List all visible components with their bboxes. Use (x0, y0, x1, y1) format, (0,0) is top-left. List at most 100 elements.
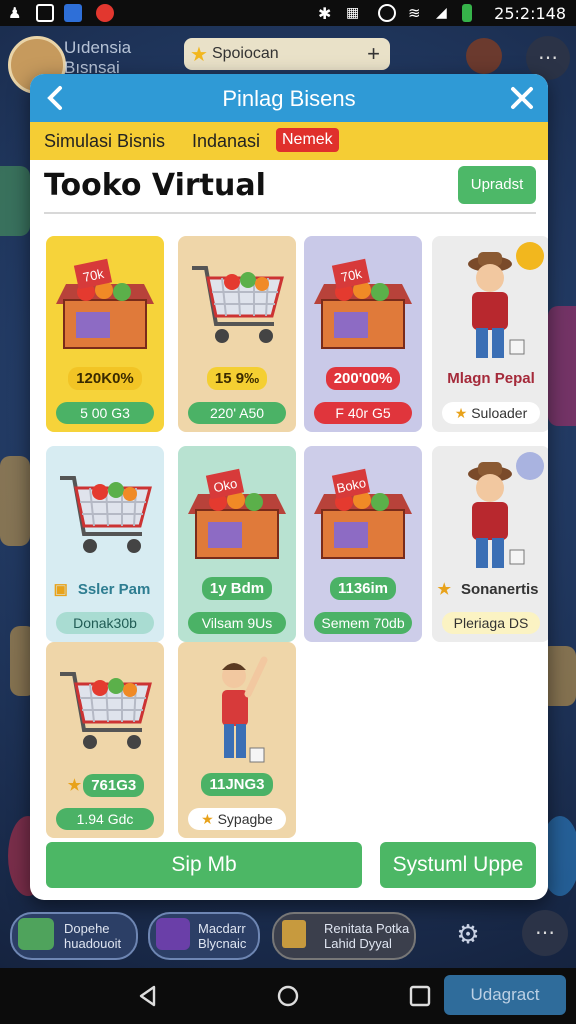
item-cost-label: Sypagbe (217, 811, 273, 827)
item-cost-label: Vilsam 9Us (201, 615, 273, 631)
item-cost-pill[interactable]: Semem 70db (314, 612, 412, 634)
back-triangle-icon[interactable] (136, 984, 160, 1008)
item-price-row: ★ 761G3 (46, 774, 164, 797)
player-name-line1: Uıdensia (64, 38, 132, 57)
star-icon: ★ (190, 43, 208, 66)
item-price-row: 1136im (304, 577, 422, 600)
bottom-item-market[interactable]: Macdarr Blycnaic (148, 912, 260, 960)
status-bar: ♟ ✱ ▦ ≋ ◢ 25:2:148 (0, 0, 576, 26)
status-time: 25:2:148 (494, 4, 566, 23)
bottom-item-sublabel: Blycnaic (198, 936, 247, 951)
banner-badge[interactable]: Nemek (276, 128, 339, 152)
produce-box-icon: Boko (314, 468, 412, 559)
shop-item-cart-blue[interactable]: ▣ Ssler Pam Donak30b (46, 446, 164, 642)
modal-header: Pinlag Bisens (30, 74, 548, 122)
item-cost-pill[interactable]: 220' A50 (188, 402, 286, 424)
wifi-icon: ≋ (408, 5, 421, 22)
item-cost-pill[interactable]: F 40r G5 (314, 402, 412, 424)
produce-box-icon: 70k (314, 258, 412, 349)
update-button[interactable]: Upradst (458, 166, 536, 204)
shop-item-produce-box-blue[interactable]: 70k 200'00% F 40r G5 (304, 236, 422, 432)
box-icon (18, 918, 54, 950)
item-price-row: 200'00% (304, 367, 422, 390)
bg-decoration (0, 456, 30, 546)
item-cost-label: Pleriaga DS (453, 615, 529, 631)
produce-box-icon: 70k (56, 258, 154, 349)
produce-box-icon: Oko (188, 468, 286, 559)
battery-icon (462, 4, 472, 22)
more-options-button[interactable]: ⋯ (522, 910, 568, 956)
bottom-item-report[interactable]: Renitata Potka Lahid Dyyal (272, 912, 416, 960)
item-cost-pill[interactable]: ★ Suloader (442, 402, 540, 424)
item-price: 1y Bdm (201, 577, 273, 600)
star-icon: ★ (454, 405, 472, 421)
shop-item-produce-box-green[interactable]: Oko 1y Bdm Vilsam 9Us (178, 446, 296, 642)
item-price-row: ★ Sonanertis (432, 580, 548, 598)
item-cost-label: 1.94 Gdc (76, 811, 134, 827)
shop-item-produce-box-yellow[interactable]: 70k 120K0% 5 00 G3 (46, 236, 164, 432)
simulation-banner: Simulasi Bisnis Indanasi Nemek (30, 122, 548, 160)
home-circle-icon[interactable] (276, 984, 300, 1008)
item-cost-label: Semem 70db (321, 615, 405, 631)
system-upgrade-button[interactable]: Systuml Uppe (380, 842, 536, 888)
package-icon: ▣ (53, 581, 68, 598)
user-icon: ♟ (8, 5, 22, 22)
item-price-row: 1y Bdm (178, 577, 296, 600)
item-cost-pill[interactable]: Pleriaga DS (442, 612, 540, 634)
shop-item-merchant[interactable]: Mlagn Pepal ★ Suloader (432, 236, 548, 432)
shop-item-produce-box-lime[interactable]: Boko 1136im Semem 70db (304, 446, 422, 642)
bottom-item-shop[interactable]: Dopehe huadouoit (10, 912, 138, 960)
settings-gear-icon[interactable]: ⚙ (452, 918, 484, 950)
close-icon[interactable] (506, 82, 538, 114)
document-badge-icon (516, 242, 544, 270)
player-name: Uıdensia Bısnsai (64, 38, 131, 78)
add-currency-button[interactable]: + (367, 41, 380, 67)
shopping-cart-icon (192, 266, 284, 343)
item-price: 11JNG3 (201, 773, 273, 796)
bottom-item-label: Renitata Potka (324, 921, 410, 936)
shop-item-shopkeeper[interactable]: ★ Sonanertis Pleriaga DS (432, 446, 548, 642)
item-price: 120K0% (68, 367, 142, 390)
item-price-row: 15 9‰ (178, 367, 296, 390)
item-cost-label: 220' A50 (209, 405, 265, 421)
item-cost-pill[interactable]: 1.94 Gdc (56, 808, 154, 830)
item-cost-pill[interactable]: Vilsam 9Us (188, 612, 286, 634)
modal-title: Pinlag Bisens (222, 86, 356, 111)
navigation-bar: Udagract (0, 968, 576, 1024)
star-icon: ★ (67, 777, 82, 794)
sync-icon (378, 4, 396, 22)
item-cost-label: Donak30b (73, 615, 137, 631)
recents-square-icon[interactable] (408, 984, 432, 1008)
currency-label: Spoiocan (211, 45, 279, 62)
app-icon (64, 4, 82, 22)
item-price: 15 9‰ (206, 367, 268, 390)
item-cost-label: Suloader (471, 405, 528, 421)
shop-item-cart-red[interactable]: 15 9‰ 220' A50 (178, 236, 296, 432)
shop-item-worker[interactable]: 11JNG3 ★ Sypagbe (178, 642, 296, 838)
bottom-item-label: Dopehe (64, 921, 110, 936)
bg-decoration (548, 306, 576, 426)
store-title: Tooko Virtual (44, 168, 266, 203)
divider (44, 212, 536, 214)
trophy-icon (282, 920, 306, 948)
item-price: Ssler Pam (77, 581, 151, 598)
image-icon (36, 4, 54, 22)
shopping-cart-icon (60, 672, 152, 749)
item-price: 761G3 (83, 774, 145, 797)
bottom-item-label: Macdarr (198, 921, 246, 936)
nav-update-button[interactable]: Udagract (444, 975, 566, 1015)
signal-icon: ◢ (436, 4, 447, 20)
item-cost-pill[interactable]: ★ Sypagbe (188, 808, 286, 830)
item-price: Mlagn Pepal (447, 370, 535, 387)
item-price: 1136im (329, 577, 397, 600)
crate-icon (156, 918, 190, 950)
ship-button[interactable]: Sip Mb (46, 842, 362, 888)
item-cost-pill[interactable]: 5 00 G3 (56, 402, 154, 424)
currency-bar[interactable]: ★ Spoiocan + (184, 38, 390, 70)
worker-character-icon (222, 656, 268, 763)
user-badge-icon (516, 452, 544, 480)
location-pin-icon[interactable] (466, 38, 502, 74)
vibrate-icon: ▦ (346, 4, 360, 20)
item-cost-pill[interactable]: Donak30b (56, 612, 154, 634)
shop-item-cart-purple[interactable]: ★ 761G3 1.94 Gdc (46, 642, 164, 838)
